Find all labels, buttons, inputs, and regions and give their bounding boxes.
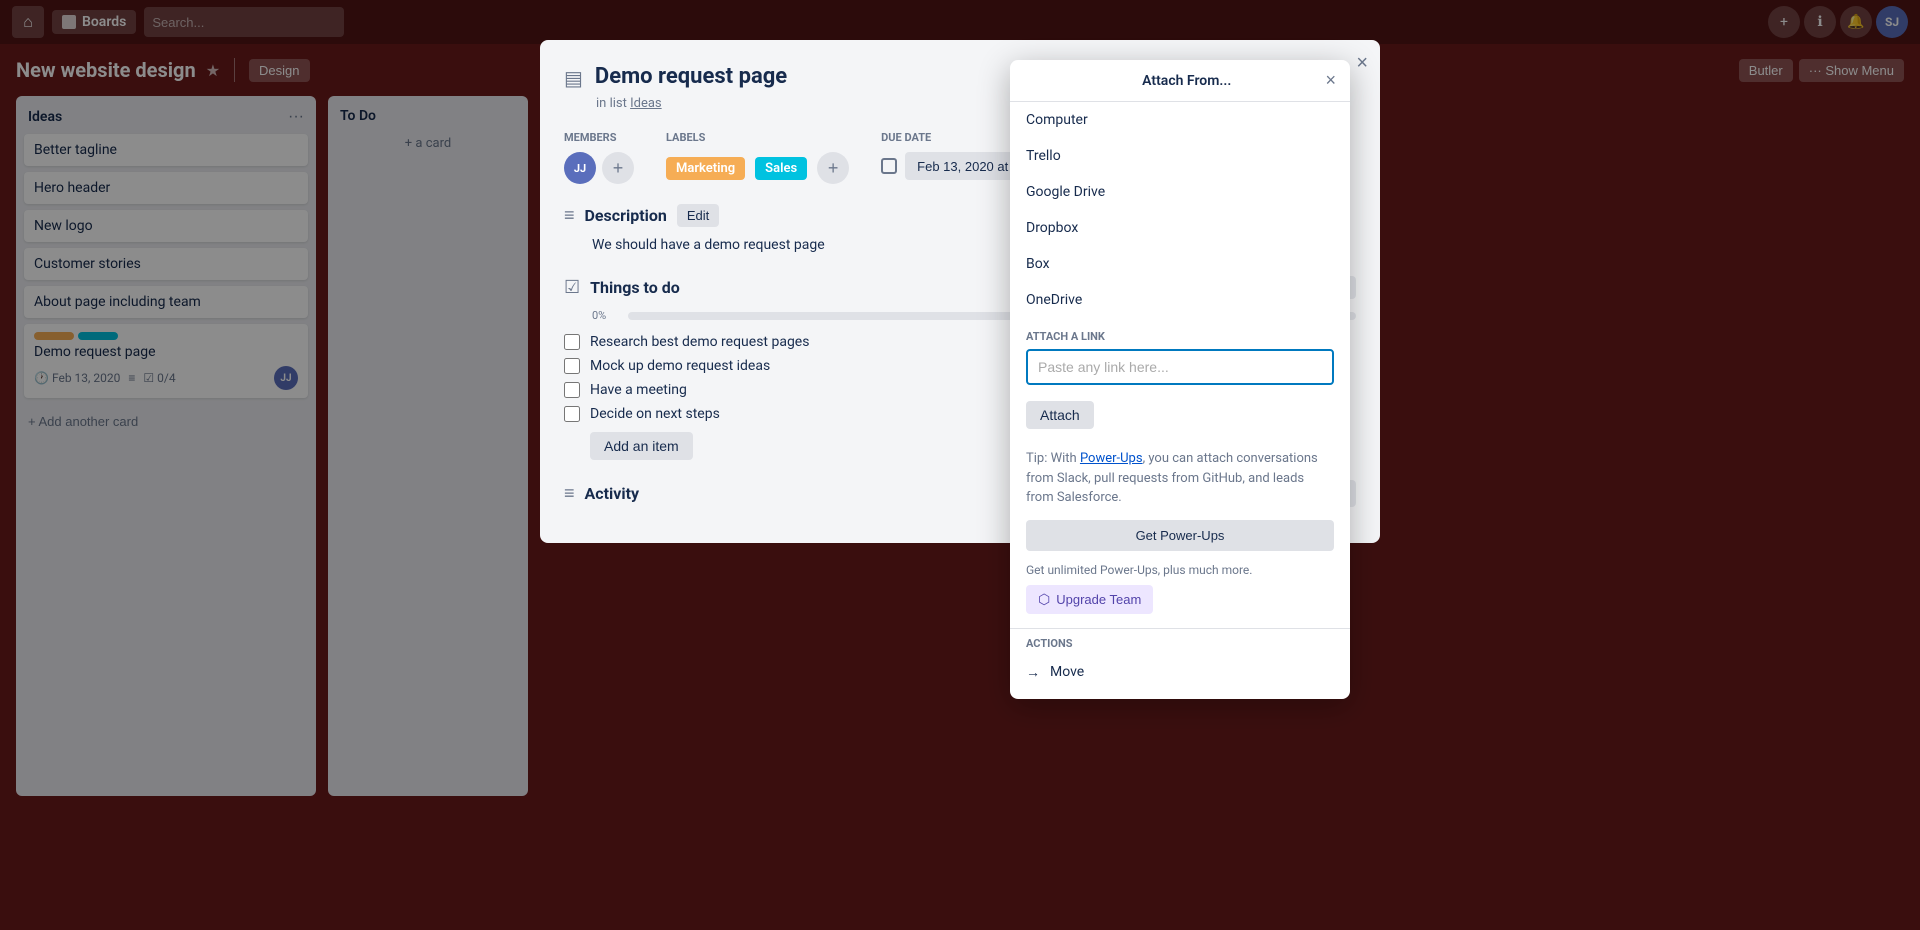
checklist-icon: ☑ [564, 277, 580, 298]
checklist-checkbox-2[interactable] [564, 358, 580, 374]
attach-menu-dropbox[interactable]: Dropbox [1010, 210, 1350, 246]
modal-close-button[interactable]: × [1356, 52, 1368, 75]
attach-link-input[interactable] [1026, 349, 1334, 385]
member-avatar-jj: JJ [564, 152, 596, 184]
get-power-ups-button[interactable]: Get Power-Ups [1026, 520, 1334, 551]
description-title: Description [585, 206, 667, 225]
upgrade-team-button[interactable]: ⬡ Upgrade Team [1026, 585, 1153, 614]
members-label: MEMBERS [564, 131, 634, 144]
attach-menu-computer[interactable]: Computer [1010, 102, 1350, 138]
activity-title-row: ≡ Activity [564, 483, 639, 504]
action-move[interactable]: → Move [1026, 658, 1334, 687]
modal-overlay[interactable]: × ▤ Demo request page in list Ideas MEMB… [0, 0, 1920, 930]
attach-panel-header: Attach From... × [1010, 60, 1350, 102]
checklist-checkbox-1[interactable] [564, 334, 580, 350]
members-row: JJ + [564, 152, 634, 184]
progress-percentage: 0% [592, 309, 620, 322]
power-ups-description: Get unlimited Power-Ups, plus much more. [1010, 559, 1350, 585]
labels-label: LABELS [666, 131, 849, 144]
checklist-item-text: Research best demo request pages [590, 334, 809, 350]
actions-label: ACTIONS [1026, 637, 1334, 650]
attach-menu-googledrive[interactable]: Google Drive [1010, 174, 1350, 210]
activity-title: Activity [585, 484, 640, 503]
add-item-button[interactable]: Add an item [590, 432, 693, 460]
checklist-item-text: Have a meeting [590, 382, 687, 398]
modal-labels-section: LABELS Marketing Sales + [666, 131, 849, 184]
checklist-title: Things to do [590, 278, 680, 297]
modal-card-title: Demo request page [595, 64, 787, 89]
description-edit-button[interactable]: Edit [677, 204, 719, 227]
due-date-checkbox[interactable] [881, 158, 897, 174]
card-icon: ▤ [564, 66, 583, 90]
checklist-item-text: Mock up demo request ideas [590, 358, 770, 374]
attach-actions-section: ACTIONS → Move [1010, 628, 1350, 699]
attach-submit-button[interactable]: Attach [1026, 401, 1094, 429]
attach-menu-onedrive[interactable]: OneDrive [1010, 282, 1350, 318]
label-marketing-tag[interactable]: Marketing [666, 157, 745, 180]
attach-panel-title: Attach From... [1048, 73, 1325, 89]
activity-icon: ≡ [564, 483, 575, 504]
checklist-checkbox-3[interactable] [564, 382, 580, 398]
attach-tip: Tip: With Power-Ups, you can attach conv… [1010, 441, 1350, 520]
attach-panel: Attach From... × Computer Trello Google … [1010, 60, 1350, 699]
modal-list-link[interactable]: Ideas [630, 96, 662, 111]
attach-link-section: Attach a link [1010, 318, 1350, 393]
add-label-button[interactable]: + [817, 152, 849, 184]
description-icon: ≡ [564, 205, 575, 226]
upgrade-icon: ⬡ [1038, 591, 1050, 608]
checklist-item-text: Decide on next steps [590, 406, 720, 422]
power-ups-link[interactable]: Power-Ups [1080, 451, 1143, 466]
move-icon: → [1026, 664, 1040, 681]
upgrade-label: Upgrade Team [1056, 592, 1141, 607]
add-member-button[interactable]: + [602, 152, 634, 184]
modal-members-section: MEMBERS JJ + [564, 131, 634, 184]
attach-link-label: Attach a link [1026, 330, 1334, 343]
attach-panel-close-button[interactable]: × [1325, 70, 1336, 91]
action-move-label: Move [1050, 664, 1084, 680]
checklist-checkbox-4[interactable] [564, 406, 580, 422]
labels-row: Marketing Sales + [666, 152, 849, 184]
attach-menu-box[interactable]: Box [1010, 246, 1350, 282]
label-sales-tag[interactable]: Sales [755, 157, 807, 180]
attach-menu-trello[interactable]: Trello [1010, 138, 1350, 174]
